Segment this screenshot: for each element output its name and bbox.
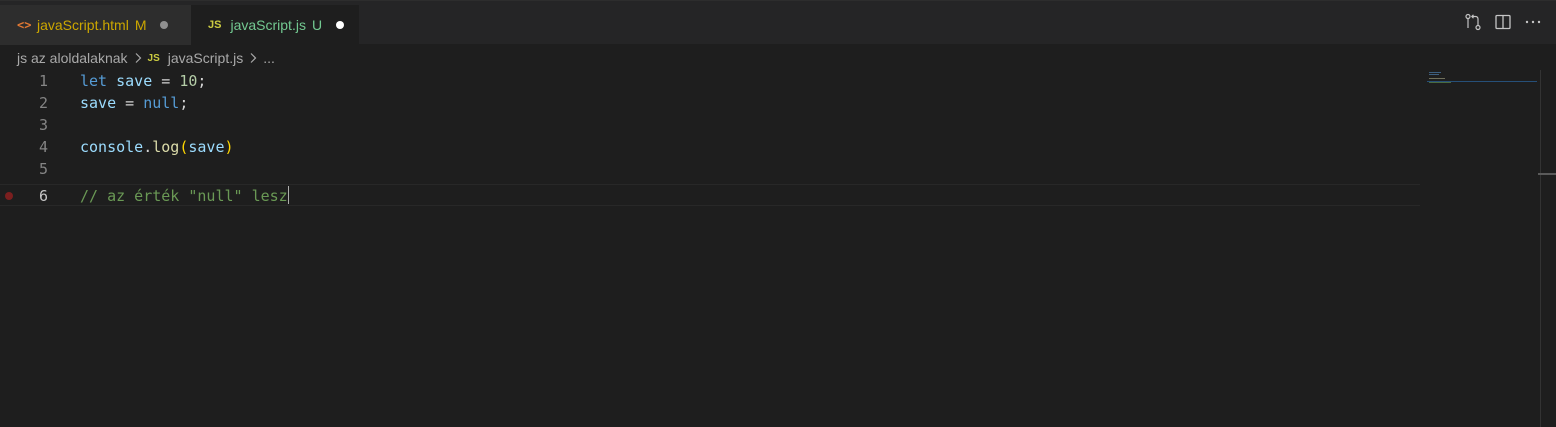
tab-javascript-js[interactable]: JS javaScript.js U <box>191 5 359 45</box>
variable-token: save <box>188 138 225 156</box>
code-line[interactable]: 1 let save = 10; <box>0 70 1420 92</box>
text-cursor <box>287 186 289 204</box>
current-code-line[interactable]: 6 // az érték "null" lesz <box>0 184 1420 206</box>
code-editor[interactable]: 1 let save = 10; 2 save = null; 3 4 cons… <box>0 70 1556 427</box>
js-file-icon: JS <box>208 19 222 31</box>
split-editor-icon[interactable] <box>1494 13 1512 31</box>
punctuation-token: ; <box>197 72 207 90</box>
bracket-token: ) <box>224 138 234 156</box>
line-number: 6 <box>38 187 48 205</box>
line-number: 4 <box>38 138 48 156</box>
breadcrumb-symbol[interactable]: ... <box>263 50 275 66</box>
breadcrumb: js az aloldalaknak JS javaScript.js ... <box>17 47 275 69</box>
more-actions-icon[interactable] <box>1524 13 1542 31</box>
minimap-line <box>1429 72 1441 73</box>
minimap-line <box>1429 78 1445 79</box>
html-file-icon: <> <box>17 18 32 32</box>
git-status-badge: M <box>134 17 147 33</box>
tab-label: javaScript.html <box>37 17 129 33</box>
modified-dot-icon[interactable] <box>160 21 169 29</box>
chevron-right-icon <box>134 52 142 64</box>
line-number: 5 <box>38 160 48 178</box>
code-line[interactable]: 3 <box>0 114 1420 136</box>
operator-token: = <box>161 72 171 90</box>
punctuation-token: ; <box>179 94 189 112</box>
code-text: let save = 10; <box>80 70 206 92</box>
editor-actions <box>1464 13 1542 31</box>
variable-token: save <box>116 72 153 90</box>
variable-token: console <box>80 138 144 156</box>
function-token: log <box>152 138 180 156</box>
comment-token: // az érték "null" lesz <box>80 187 288 205</box>
js-file-icon: JS <box>147 52 160 64</box>
line-number: 2 <box>38 94 48 112</box>
scrollbar-cursor-marker <box>1538 173 1556 175</box>
code-text: console.log(save) <box>80 136 234 158</box>
variable-token: save <box>80 94 117 112</box>
git-status-badge: U <box>311 17 323 33</box>
code-line[interactable]: 5 <box>0 158 1420 180</box>
operator-token: = <box>125 94 135 112</box>
open-changes-icon[interactable] <box>1464 13 1482 31</box>
editor-tab-bar: <> javaScript.html M JS javaScript.js U <box>0 0 1556 45</box>
punctuation-token: . <box>143 138 153 156</box>
number-token: 10 <box>179 72 198 90</box>
vscode-editor-window: <> javaScript.html M JS javaScript.js U <box>0 0 1556 427</box>
minimap[interactable] <box>1427 70 1537 90</box>
line-number: 1 <box>38 72 48 90</box>
line-number: 3 <box>38 116 48 134</box>
minimap-line <box>1429 74 1439 75</box>
code-line[interactable]: 4 console.log(save) <box>0 136 1420 158</box>
unsaved-dot-icon[interactable] <box>336 21 345 29</box>
chevron-right-icon <box>249 52 257 64</box>
code-text: save = null; <box>80 92 188 114</box>
minimap-line <box>1429 82 1451 83</box>
keyword-token: let <box>80 72 108 90</box>
breadcrumb-folder[interactable]: js az aloldalaknak <box>17 50 128 66</box>
code-line[interactable]: 2 save = null; <box>0 92 1420 114</box>
code-text: // az érték "null" lesz <box>80 185 289 207</box>
vertical-scrollbar[interactable] <box>1540 70 1541 427</box>
keyword-token: null <box>143 94 180 112</box>
tab-javascript-html[interactable]: <> javaScript.html M <box>0 5 191 45</box>
tab-label: javaScript.js <box>230 17 306 33</box>
breadcrumb-file[interactable]: javaScript.js <box>168 50 243 66</box>
